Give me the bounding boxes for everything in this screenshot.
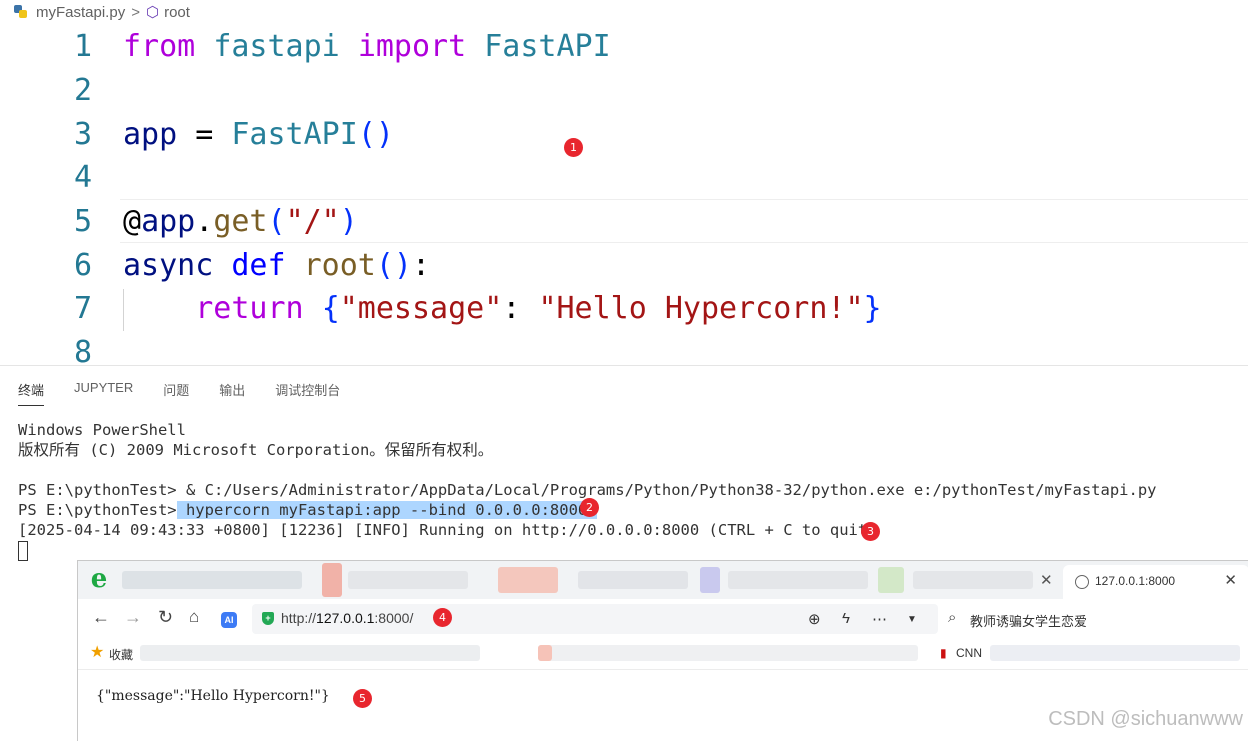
- browser-logo-icon: e: [90, 564, 108, 594]
- close-tab-icon[interactable]: ✕: [1224, 571, 1237, 589]
- url-host: 127.0.0.1: [316, 610, 375, 626]
- watermark: CSDN @sichuanwww: [1048, 708, 1243, 730]
- blurred-tab: [728, 571, 868, 589]
- code-line-1: from fastapi import FastAPI: [123, 29, 611, 64]
- tab-debug-console[interactable]: 调试控制台: [275, 380, 340, 406]
- search-box[interactable]: ⌕ 教师诱骗女学生恋爱: [942, 604, 1248, 634]
- globe-icon: [1075, 575, 1089, 589]
- symbol-method-icon: ⬡: [145, 4, 160, 21]
- ai-icon[interactable]: AI: [221, 612, 237, 628]
- tab-jupyter[interactable]: JUPYTER: [74, 380, 133, 406]
- blurred-tab: [578, 571, 688, 589]
- browser-window: e ✕ 127.0.0.1:8000 ✕ ← → ↻ ⌂ AI + http:/…: [77, 560, 1248, 741]
- more-icon[interactable]: ⋯: [872, 610, 887, 628]
- cnn-icon: ▮: [940, 646, 947, 660]
- line-number: 3: [73, 117, 92, 152]
- annotation-badge: 1: [564, 138, 583, 157]
- annotation-badge: 5: [353, 689, 372, 708]
- forward-icon[interactable]: →: [124, 607, 142, 628]
- bookmark-cnn[interactable]: CNN: [956, 646, 982, 660]
- tab-output[interactable]: 输出: [219, 380, 245, 406]
- home-icon[interactable]: ⌂: [189, 607, 199, 627]
- code-line-7: return {"message": "Hello Hypercorn!"}: [195, 291, 882, 326]
- url-text[interactable]: http://127.0.0.1:8000/: [281, 610, 413, 626]
- browser-active-tab[interactable]: 127.0.0.1:8000 ✕: [1063, 565, 1248, 599]
- line-number: 2: [73, 73, 92, 108]
- code-line-6: async def root():: [123, 248, 431, 283]
- star-icon: ★: [90, 644, 105, 661]
- blurred-tab: [498, 567, 558, 593]
- terminal-prompt: PS E:\pythonTest>: [18, 501, 177, 519]
- line-number: 6: [73, 248, 92, 283]
- annotation-badge: 4: [433, 608, 452, 627]
- bookmark-favorites[interactable]: 收藏: [109, 646, 133, 663]
- terminal-cursor: [18, 540, 28, 561]
- json-response: {"message":"Hello Hypercorn!"}: [96, 688, 330, 704]
- security-shield-icon: +: [262, 612, 274, 625]
- line-number: 5: [73, 204, 92, 239]
- annotation-badge: 2: [580, 498, 599, 517]
- line-number: 1: [73, 29, 92, 64]
- bookmarks-bar: ★ 收藏 ▮ CNN: [78, 639, 1248, 670]
- terminal-output[interactable]: Windows PowerShell 版权所有 (C) 2009 Microsof…: [18, 420, 1156, 561]
- terminal-line: [2025-04-14 09:43:33 +0800] [12236] [INF…: [18, 521, 877, 539]
- search-query: 教师诱骗女学生恋爱: [970, 614, 1088, 629]
- chevron-right-icon: >: [131, 3, 140, 21]
- panel-tabs: 终端 JUPYTER 问题 输出 调试控制台: [18, 380, 370, 406]
- line-number: 4: [73, 160, 92, 195]
- blurred-bookmark: [538, 645, 918, 661]
- breadcrumb-symbol[interactable]: root: [164, 4, 190, 21]
- blurred-tab: [122, 571, 302, 589]
- blurred-tab: [878, 567, 904, 593]
- line-number: 7: [73, 291, 92, 326]
- blurred-bookmark: [990, 645, 1240, 661]
- annotation-badge: 3: [861, 522, 880, 541]
- lightning-icon[interactable]: ϟ: [842, 610, 850, 627]
- blurred-bookmark: [140, 645, 480, 661]
- back-icon[interactable]: ←: [92, 607, 110, 628]
- browser-tab-bar: e ✕ 127.0.0.1:8000 ✕: [78, 561, 1248, 599]
- blurred-tab: [348, 571, 468, 589]
- close-tab-icon[interactable]: ✕: [1040, 571, 1053, 589]
- code-line-5: @app.get("/"): [123, 204, 358, 239]
- terminal-line: Windows PowerShell: [18, 421, 186, 439]
- search-icon: ⌕: [948, 609, 957, 626]
- zoom-icon[interactable]: ⊕: [808, 610, 821, 628]
- terminal-line: 版权所有 (C) 2009 Microsoft Corporation。保留所有…: [18, 441, 494, 459]
- selected-command: hypercorn myFastapi:app --bind 0.0.0.0:8…: [176, 501, 597, 519]
- terminal-line: PS E:\pythonTest> & C:/Users/Administrat…: [18, 481, 1157, 499]
- blurred-bookmark: [538, 645, 552, 661]
- url-scheme: http://: [281, 610, 317, 626]
- code-editor[interactable]: 1 2 3 4 5 6 7 8 from fastapi import Fast…: [0, 25, 1248, 370]
- blurred-tab: [700, 567, 720, 593]
- breadcrumb: myFastapi.py > ⬡ root: [14, 0, 190, 24]
- chevron-down-icon[interactable]: ▼: [907, 614, 917, 625]
- tab-problems[interactable]: 问题: [163, 380, 189, 406]
- code-line-3: app = FastAPI(): [123, 117, 394, 152]
- python-file-icon: [14, 5, 28, 19]
- url-path: :8000/: [374, 610, 414, 626]
- reload-icon[interactable]: ↻: [158, 607, 173, 628]
- address-bar[interactable]: + http://127.0.0.1:8000/ ⊕ ϟ ⋯ ▼: [252, 604, 938, 634]
- blurred-tab: [322, 563, 342, 597]
- blurred-tab: [913, 571, 1033, 589]
- active-tab-title: 127.0.0.1:8000: [1095, 574, 1176, 588]
- tab-terminal[interactable]: 终端: [18, 380, 45, 406]
- breadcrumb-file[interactable]: myFastapi.py: [36, 4, 125, 21]
